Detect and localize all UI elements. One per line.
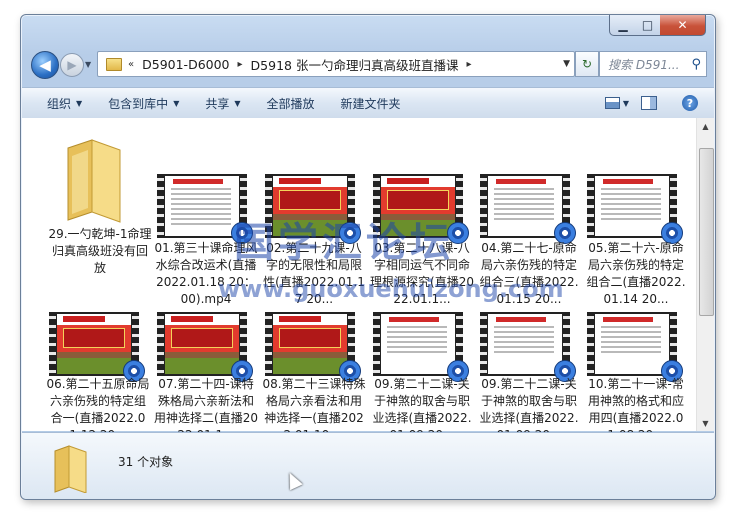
breadcrumb-current[interactable]: D5918 张一勺命理归真高级班直播课 [251,55,459,74]
view-options-button[interactable]: ▼ [600,92,634,114]
video-file-item[interactable]: 09.第二十二课-关于神煞的取舍与职业选择(直播2022.01.09 20... [477,312,581,442]
breadcrumb-overflow[interactable]: « [128,59,134,70]
video-file-item[interactable]: 10.第二十一课-常用神煞的格式和应用四(直播2022.01.08 20... [584,312,688,442]
video-file-item[interactable]: 06.第二十五原命局六亲伤残的特定组合一(直播2022.01.12 20... [46,312,150,442]
back-button[interactable]: ◀ [31,51,59,79]
video-file-item[interactable]: 07.第二十四-课特殊格局六亲新法和用神选择二(直播2022.01.1... [154,312,258,442]
include-in-library-menu[interactable]: 包含到库中 ▼ [108,95,179,112]
video-file-item[interactable]: 08.第二十三课特殊格局六亲看法和用神选择一(直播2022.01.10 ... [262,312,366,442]
recent-pages-dropdown[interactable]: ▼ [85,60,91,69]
breadcrumb-separator[interactable]: ▸ [238,59,243,70]
video-file-item[interactable]: 02.第二十九课-八字的无限性和局限性(直播2022.01.17 20... [262,174,366,314]
folder-item[interactable]: 29.一勺乾坤-1命理归真高级班没有回放 [48,134,152,294]
navigation-bar: ◀ ▶ ▼ « D5901-D6000 ▸ D5918 张一勺命理归真高级班直播… [27,47,709,81]
address-dropdown-icon[interactable]: ▼ [563,59,570,69]
folder-label: 29.一勺乾坤-1命理归真高级班没有回放 [48,227,152,275]
view-icon [604,97,620,109]
help-button[interactable]: ? [680,92,700,114]
share-menu[interactable]: 共享 ▼ [205,95,240,112]
search-placeholder: 搜索 D591... [608,57,680,72]
video-file-item[interactable]: 01.第三十课命理风水综合改运术(直播2022.01.18 20：00).mp4 [154,174,258,314]
file-list: 29.一勺乾坤-1命理归真高级班没有回放 01.第三十课命理风水综合改运术(直播… [22,118,714,442]
close-button[interactable]: ✕ [660,15,706,36]
refresh-button[interactable]: ↻ [575,51,599,77]
explorer-window: ▁ □ ✕ ◀ ▶ ▼ « D5901-D6000 ▸ D5918 张一勺命理归… [20,14,716,500]
folder-icon [67,139,121,223]
search-input[interactable]: 搜索 D591... ⚲ [599,51,707,77]
file-label: 03.第二十八课-八字相同运气不同命理根源探究(直播2022.01.1... [370,241,474,306]
play-all-button[interactable]: 全部播放 [267,95,315,112]
folder-icon [54,445,87,493]
forward-button[interactable]: ▶ [60,53,84,77]
help-icon: ? [682,95,698,111]
maximize-button[interactable]: □ [635,15,661,36]
new-folder-button[interactable]: 新建文件夹 [341,95,401,112]
scrollbar-thumb[interactable] [699,148,714,316]
address-bar[interactable]: « D5901-D6000 ▸ D5918 张一勺命理归真高级班直播课 ▸ ▼ [97,51,575,77]
preview-pane-icon [641,96,657,110]
minimize-button[interactable]: ▁ [609,15,637,36]
file-label: 05.第二十六-原命局六亲伤残的特定组合二(直播2022.01.14 20... [586,241,686,306]
organize-menu[interactable]: 组织 ▼ [47,95,82,112]
video-file-item[interactable]: 03.第二十八课-八字相同运气不同命理根源探究(直播2022.01.1... [370,174,474,314]
command-bar: 组织 ▼ 包含到库中 ▼ 共享 ▼ 全部播放 新建文件夹 ▼ ? [22,87,714,119]
video-file-item[interactable]: 09.第二十二课-关于神煞的取舍与职业选择(直播2022.01.09 20... [370,312,474,442]
video-file-item[interactable]: 04.第二十七-原命局六亲伤残的特定组合三(直播2022.01.15 20... [477,174,581,314]
folder-icon [106,57,122,71]
scroll-up-button[interactable]: ▲ [698,118,713,134]
scroll-down-button[interactable]: ▼ [698,415,713,431]
file-label: 02.第二十九课-八字的无限性和局限性(直播2022.01.17 20... [263,241,365,306]
details-pane: 31 个对象 [22,432,714,499]
item-count: 31 个对象 [118,455,174,469]
video-file-item[interactable]: 05.第二十六-原命局六亲伤残的特定组合二(直播2022.01.14 20... [584,174,688,314]
file-label: 04.第二十七-原命局六亲伤残的特定组合三(直播2022.01.15 20... [479,241,579,306]
preview-pane-button[interactable] [638,92,660,114]
breadcrumb-separator[interactable]: ▸ [466,59,471,70]
file-label: 01.第三十课命理风水综合改运术(直播2022.01.18 20：00).mp4 [154,241,258,306]
breadcrumb-parent[interactable]: D5901-D6000 [142,57,229,72]
vertical-scrollbar[interactable]: ▲ ▼ [696,118,714,431]
search-icon[interactable]: ⚲ [691,57,701,72]
